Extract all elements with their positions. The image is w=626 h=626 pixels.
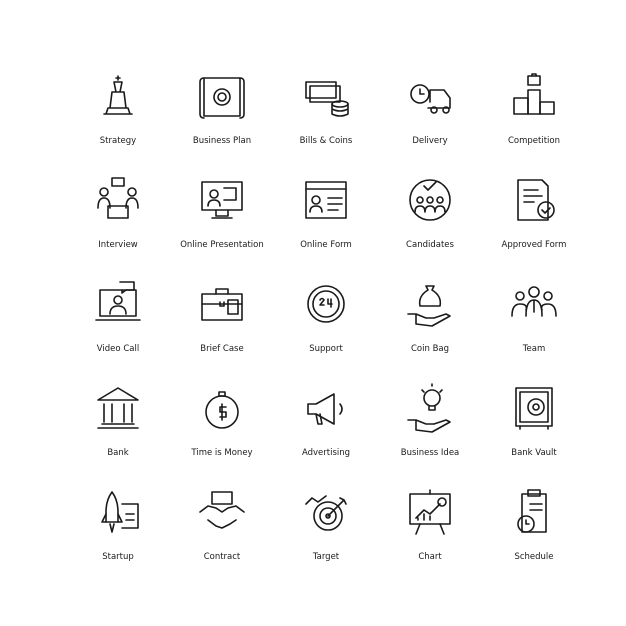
rocket-icon — [90, 484, 146, 540]
icon-label: Target — [312, 552, 340, 562]
web-form-icon — [298, 172, 354, 228]
icon-label: Chart — [418, 552, 442, 562]
icon-item: Time is Money — [170, 378, 274, 482]
approved-form-icon — [506, 172, 562, 228]
icon-label: Coin Bag — [410, 344, 450, 354]
icon-label: Brief Case — [200, 344, 244, 354]
bills-coins-icon — [298, 68, 354, 124]
icon-label: Schedule — [514, 552, 554, 562]
icon-item: Delivery — [378, 66, 482, 170]
icon-label: Bills & Coins — [299, 136, 353, 146]
icon-item: Business Plan — [170, 66, 274, 170]
icon-item: Contract — [170, 482, 274, 586]
icon-item: Video Call — [66, 274, 170, 378]
candidates-icon — [402, 172, 458, 228]
icon-item: Team — [482, 274, 586, 378]
icon-item: Startup — [66, 482, 170, 586]
delivery-truck-icon — [402, 68, 458, 124]
icon-item: Coin Bag — [378, 274, 482, 378]
icon-item: Business Idea — [378, 378, 482, 482]
stopwatch-dollar-icon — [194, 380, 250, 436]
blueprint-gear-icon — [194, 68, 250, 124]
target-icon — [298, 484, 354, 540]
icon-label: Delivery — [412, 136, 448, 146]
icon-label: Bank Vault — [511, 448, 557, 458]
bulb-hand-icon — [402, 380, 458, 436]
team-icon — [506, 276, 562, 332]
icon-label: Interview — [98, 240, 138, 250]
icon-label: Business Plan — [192, 136, 252, 146]
icon-item: Advertising — [274, 378, 378, 482]
icon-label: Competition — [507, 136, 561, 146]
icon-item: Approved Form — [482, 170, 586, 274]
icon-grid: Strategy Business Plan Bills & Coins Delive… — [66, 66, 592, 586]
icon-item: Brief Case — [170, 274, 274, 378]
vault-icon — [506, 380, 562, 436]
icon-item: Bank Vault — [482, 378, 586, 482]
icon-label: Team — [522, 344, 546, 354]
megaphone-icon — [298, 380, 354, 436]
icon-label: Support — [309, 344, 343, 354]
chess-icon — [90, 68, 146, 124]
icon-label: Video Call — [96, 344, 140, 354]
support-24-icon — [298, 276, 354, 332]
icon-item: Support — [274, 274, 378, 378]
handshake-icon — [194, 484, 250, 540]
podium-icon — [506, 68, 562, 124]
icon-label: Time is Money — [191, 448, 253, 458]
icon-item: Target — [274, 482, 378, 586]
briefcase-icon — [194, 276, 250, 332]
icon-label: Contract — [203, 552, 241, 562]
icon-label: Advertising — [301, 448, 351, 458]
icon-item: Interview — [66, 170, 170, 274]
icon-label: Online Form — [300, 240, 352, 250]
icon-label: Approved Form — [501, 240, 567, 250]
icon-label: Strategy — [99, 136, 137, 146]
icon-label: Startup — [102, 552, 134, 562]
icon-item: Schedule — [482, 482, 586, 586]
icon-item: Bank — [66, 378, 170, 482]
icon-item: Strategy — [66, 66, 170, 170]
monitor-presentation-icon — [194, 172, 250, 228]
icon-label: Business Idea — [400, 448, 460, 458]
icon-label: Candidates — [406, 240, 454, 250]
interview-icon — [90, 172, 146, 228]
bank-icon — [90, 380, 146, 436]
video-call-icon — [90, 276, 146, 332]
icon-item: Chart — [378, 482, 482, 586]
icon-item: Online Presentation — [170, 170, 274, 274]
icon-item: Candidates — [378, 170, 482, 274]
icon-label: Online Presentation — [180, 240, 264, 250]
icon-label: Bank — [107, 448, 129, 458]
clipboard-clock-icon — [506, 484, 562, 540]
icon-item: Online Form — [274, 170, 378, 274]
icon-item: Competition — [482, 66, 586, 170]
icon-item: Bills & Coins — [274, 66, 378, 170]
coin-bag-hand-icon — [402, 276, 458, 332]
chart-board-icon — [402, 484, 458, 540]
